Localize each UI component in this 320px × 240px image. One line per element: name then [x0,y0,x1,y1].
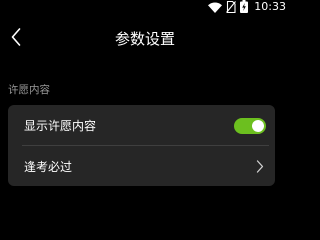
settings-screen: 10:33 参数设置 许愿内容 显示许愿内容 逢考必过 [0,0,290,204]
no-sim-icon [226,0,237,17]
page-title: 参数设置 [114,30,175,48]
section-label: 许愿内容 [8,84,50,96]
back-button[interactable] [2,24,30,54]
wifi-icon [208,0,223,17]
exam-pass-row[interactable]: 逢考必过 [8,146,275,186]
battery-charging-icon [240,0,249,17]
chevron-left-icon [11,28,21,50]
settings-card: 显示许愿内容 逢考必过 [8,105,275,186]
show-wish-row[interactable]: 显示许愿内容 [8,105,275,145]
status-time: 10:33 [254,0,286,13]
show-wish-toggle[interactable] [234,118,266,134]
toggle-knob [252,120,264,132]
status-icons: 10:33 [208,0,286,14]
status-bar: 10:33 [0,0,290,14]
chevron-right-icon [253,158,267,174]
nav-bar: 参数设置 [0,22,290,56]
show-wish-label: 显示许愿内容 [24,118,97,133]
exam-pass-label: 逢考必过 [24,159,73,174]
